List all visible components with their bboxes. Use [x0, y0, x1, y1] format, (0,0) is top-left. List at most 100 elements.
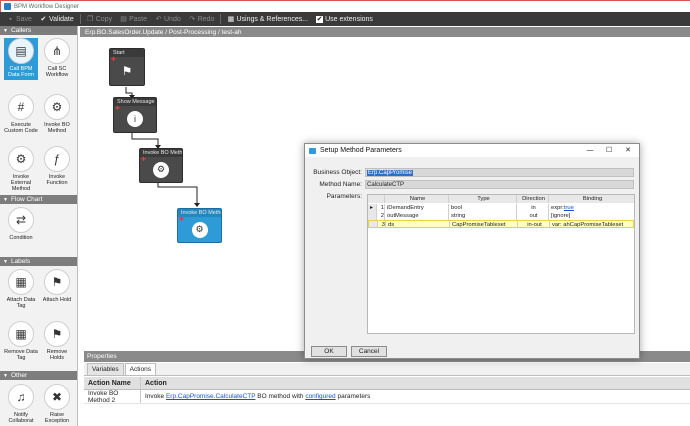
- table-row[interactable]: ▸ 1 iDemandEntry bool in expr:true: [368, 204, 634, 212]
- column-header-direction: Direction: [517, 195, 549, 203]
- chevron-down-icon: ▼: [3, 258, 8, 265]
- usings-references-button[interactable]: ▦ Usings & References...: [223, 13, 312, 25]
- form-icon: ▤: [8, 38, 34, 64]
- tool-notify-collaborator[interactable]: ♫ Notify Collaborat: [4, 384, 38, 424]
- workflow-node-show-message[interactable]: Show Message 0 ✚ i: [113, 97, 157, 133]
- grid-header: Name Type Direction Binding: [368, 195, 634, 203]
- minimize-icon[interactable]: —: [585, 146, 595, 155]
- tool-remove-holds[interactable]: ⚑ Remove Holds: [40, 321, 74, 361]
- tool-attach-hold[interactable]: ⚑ Attach Hold: [40, 269, 74, 303]
- column-header-action: Action: [145, 379, 167, 387]
- table-row[interactable]: Invoke BO Method 2 Invoke Erp.CapPromise…: [84, 390, 690, 404]
- action-description-cell: Invoke Erp.CapPromise.CalculateCTP BO me…: [145, 393, 371, 400]
- configured-parameters-link[interactable]: configured: [305, 393, 335, 400]
- chevron-down-icon: ▼: [3, 196, 8, 203]
- palette-section-other[interactable]: ▼ Other: [0, 371, 77, 380]
- tool-attach-data-tag[interactable]: ▦ Attach Data Tag: [4, 269, 38, 309]
- paste-icon: ▤: [120, 15, 127, 23]
- maximize-icon[interactable]: ☐: [604, 146, 614, 155]
- checkmark-icon: ✔: [40, 15, 47, 23]
- workflow-node-start[interactable]: Start ✚ ⚑: [109, 48, 145, 86]
- window-title: BPM Workflow Designer: [14, 3, 79, 10]
- action-name-cell: Invoke BO Method 2: [84, 390, 141, 404]
- breadcrumb: Erp.BO.SalesOrder.Update / Post-Processi…: [80, 27, 690, 37]
- app-icon: [4, 3, 11, 10]
- table-header: Action Name Action: [84, 377, 690, 390]
- paste-button[interactable]: ▤ Paste: [116, 13, 151, 25]
- row-pointer-icon: ▸: [368, 204, 377, 212]
- toolbar: ▪ Save ✔ Validate ❐ Copy ▤ Paste ↶ Undo ↷ Redo…: [0, 12, 690, 26]
- tool-invoke-external-method[interactable]: ⚙ Invoke External Method: [4, 146, 38, 192]
- window-titlebar: BPM Workflow Designer: [0, 0, 690, 12]
- tool-execute-custom-code[interactable]: # Execute Custom Code: [4, 94, 38, 134]
- ok-button[interactable]: OK: [311, 346, 347, 357]
- data-tag-icon: ▦: [8, 269, 34, 295]
- dialog-app-icon: [309, 147, 316, 154]
- bo-method-icon: ⚙: [44, 94, 70, 120]
- redo-icon: ↷: [189, 15, 196, 23]
- validate-button[interactable]: ✔ Validate: [36, 13, 78, 25]
- undo-icon: ↶: [155, 15, 162, 23]
- tool-invoke-function[interactable]: ƒ Invoke Function: [40, 146, 74, 186]
- tool-remove-data-tag[interactable]: ▦ Remove Data Tag: [4, 321, 38, 361]
- info-icon: i: [127, 111, 143, 127]
- tool-call-bpm-data-form[interactable]: ▤ Call BPM Data Form: [4, 38, 38, 80]
- copy-icon: ❐: [87, 15, 94, 23]
- exception-icon: ✖: [44, 384, 70, 410]
- dialog-title: Setup Method Parameters: [320, 147, 402, 154]
- actions-table: Action Name Action Invoke BO Method 2 In…: [84, 377, 690, 404]
- column-header-action-name: Action Name: [84, 377, 141, 389]
- remove-tag-icon: ▦: [8, 321, 34, 347]
- workflow-node-invoke-bo-method-2[interactable]: Invoke BO Method ✚ ⚙: [177, 208, 222, 243]
- binding-link[interactable]: true: [564, 205, 574, 211]
- column-header-binding: Binding: [582, 196, 603, 202]
- chevron-down-icon: ▼: [3, 372, 8, 379]
- chevron-down-icon: ▼: [3, 27, 8, 34]
- toolbar-divider: [79, 14, 81, 24]
- close-icon[interactable]: ✕: [623, 146, 633, 155]
- checkbox-icon: ✔: [316, 15, 324, 23]
- column-header-type: Type: [449, 195, 517, 203]
- copy-button[interactable]: ❐ Copy: [83, 13, 116, 25]
- undo-button[interactable]: ↶ Undo: [151, 13, 185, 25]
- remove-hold-icon: ⚑: [44, 321, 70, 347]
- activity-palette: ▼ Callers ▤ Call BPM Data Form ⋔ Call SC …: [0, 26, 78, 426]
- bo-method-icon: ⚙: [191, 221, 208, 238]
- tool-invoke-bo-method[interactable]: ⚙ Invoke BO Method: [40, 94, 74, 134]
- parameters-grid[interactable]: Name Type Direction Binding ▸ 1 iDemandE…: [367, 194, 635, 334]
- palette-section-callers[interactable]: ▼ Callers: [0, 26, 77, 35]
- tool-raise-exception[interactable]: ✖ Raise Exception: [40, 384, 74, 424]
- tab-actions[interactable]: Actions: [124, 363, 156, 375]
- function-icon: ƒ: [44, 146, 70, 172]
- business-object-label: Business Object:: [313, 169, 362, 176]
- setup-method-parameters-dialog: Setup Method Parameters — ☐ ✕ Business O…: [304, 143, 640, 359]
- palette-section-flowchart[interactable]: ▼ Flow Chart: [0, 195, 77, 204]
- cancel-button[interactable]: Cancel: [351, 346, 387, 357]
- external-method-icon: ⚙: [8, 146, 34, 172]
- use-extensions-checkbox[interactable]: ✔ Use extensions: [312, 13, 377, 25]
- save-button[interactable]: ▪ Save: [3, 13, 36, 25]
- palette-section-labels[interactable]: ▼ Labels: [0, 257, 77, 266]
- code-icon: #: [8, 94, 34, 120]
- flag-icon: ⚑: [121, 64, 133, 78]
- method-name-field[interactable]: CalculateCTP: [365, 180, 634, 189]
- references-icon: ▦: [227, 15, 235, 23]
- condition-icon: ⇄: [8, 207, 34, 233]
- tab-variables[interactable]: Variables: [87, 363, 124, 375]
- bell-icon: ♫: [8, 384, 34, 410]
- table-row[interactable]: 2 outMessage string out [ignore]: [368, 212, 634, 220]
- table-row[interactable]: 3 ds CapPromiseTableset in-out var: ahCa…: [368, 220, 634, 228]
- business-object-field[interactable]: Erp.CapPromise: [365, 168, 634, 177]
- toolbar-divider: [220, 14, 222, 24]
- bo-method-link[interactable]: Erp.CapPromise.CalculateCTP: [166, 393, 255, 400]
- tool-condition[interactable]: ⇄ Condition: [4, 207, 38, 241]
- dialog-titlebar: Setup Method Parameters — ☐ ✕: [305, 144, 639, 157]
- parameters-label: Parameters:: [326, 193, 362, 200]
- bo-method-icon: ⚙: [153, 161, 169, 178]
- column-header-name: Name: [385, 195, 449, 203]
- workflow-node-invoke-bo-method-1[interactable]: Invoke BO Method ✚ ⚙: [139, 148, 183, 183]
- redo-button[interactable]: ↷ Redo: [185, 13, 219, 25]
- tool-call-sc-workflow[interactable]: ⋔ Call SC Workflow: [40, 38, 74, 78]
- hold-icon: ⚑: [44, 269, 70, 295]
- workflow-icon: ⋔: [44, 38, 70, 64]
